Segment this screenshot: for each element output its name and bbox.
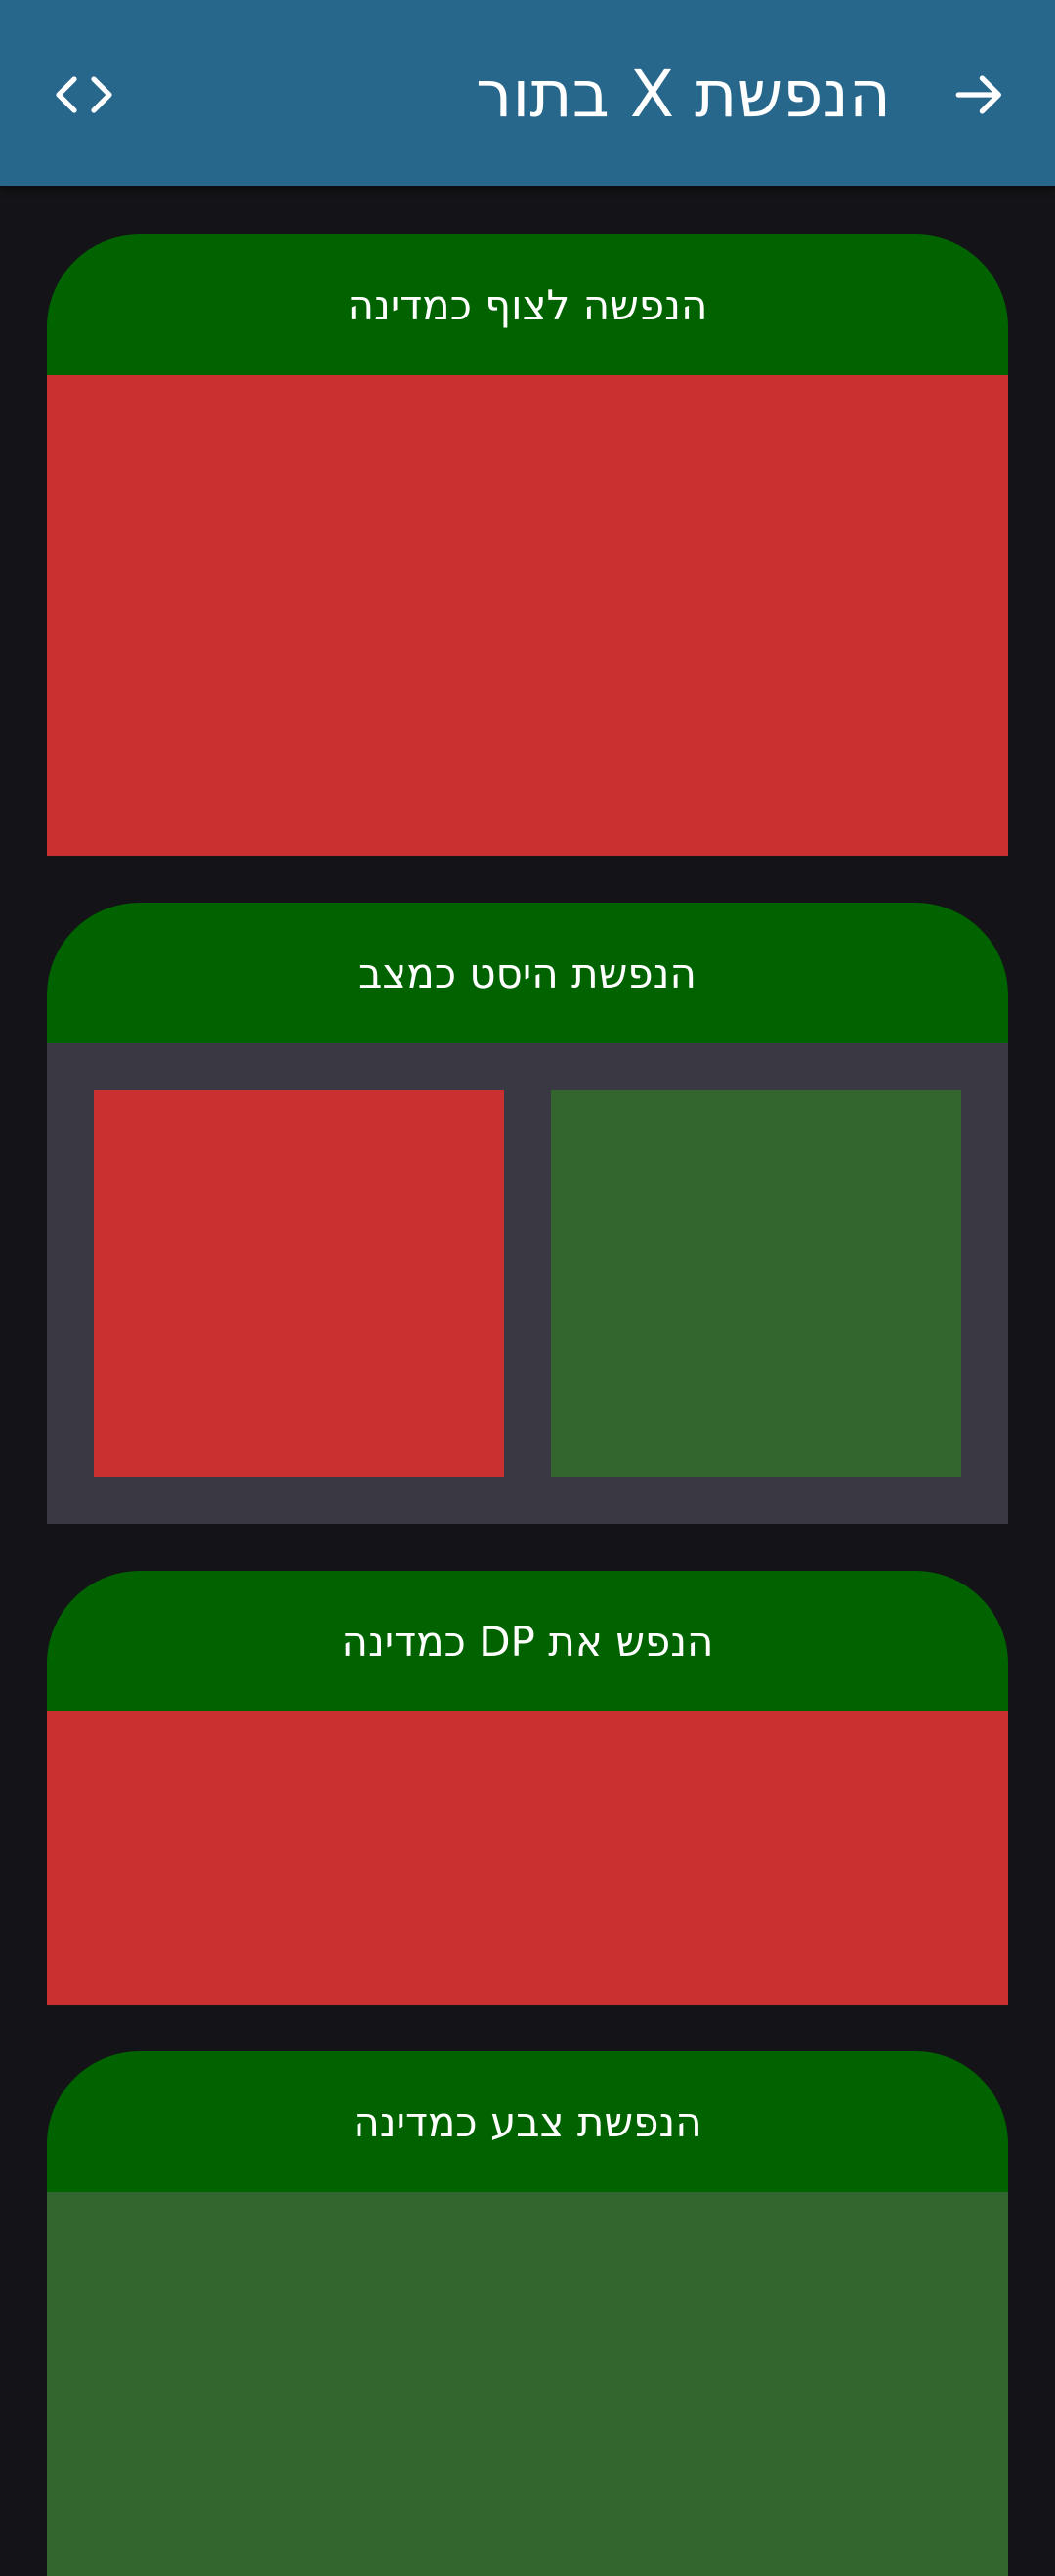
animated-float-box[interactable]	[47, 375, 1008, 856]
back-button[interactable]	[946, 61, 1014, 129]
card-title: הנפשת צבע כמדינה	[47, 2051, 1008, 2192]
animated-offset-box-green[interactable]	[551, 1090, 961, 1477]
float-animation-card: הנפשה לצוף כמדינה	[47, 234, 1008, 856]
animated-dp-box[interactable]	[47, 1711, 1008, 2005]
page-title: הנפשת X בתור	[476, 57, 891, 132]
animated-color-box[interactable]	[47, 2192, 1008, 2576]
code-icon	[56, 76, 112, 113]
view-code-button[interactable]	[45, 61, 123, 129]
card-title: הנפשת היסט כמצב	[47, 903, 1008, 1043]
card-title: הנפש את DP כמדינה	[47, 1571, 1008, 1711]
arrow-right-icon	[955, 75, 1001, 114]
offset-animation-card: הנפשת היסט כמצב	[47, 903, 1008, 1524]
offset-panel	[47, 1043, 1008, 1524]
dp-animation-card: הנפש את DP כמדינה	[47, 1571, 1008, 2005]
animated-offset-box-red[interactable]	[94, 1090, 504, 1477]
card-title: הנפשה לצוף כמדינה	[47, 234, 1008, 375]
color-animation-card: הנפשת צבע כמדינה	[47, 2051, 1008, 2576]
app-bar: הנפשת X בתור	[0, 0, 1055, 186]
